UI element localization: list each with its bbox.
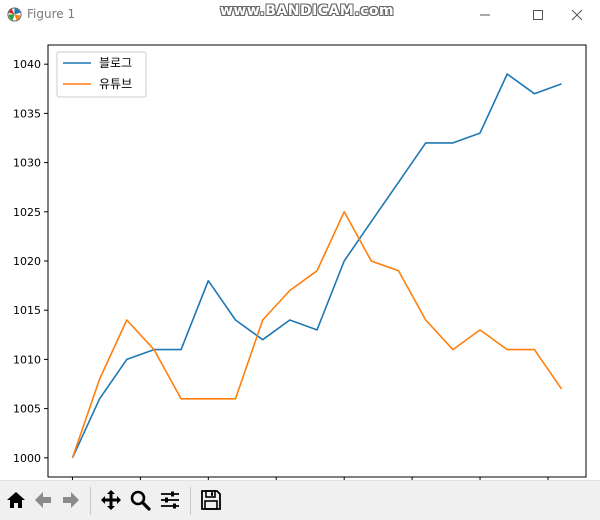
- legend-label-blog: 블로그: [99, 56, 132, 70]
- y-tick-label: 1035: [13, 107, 41, 120]
- toolbar-separator: [190, 487, 191, 515]
- line-chart: 0.02.55.07.510.012.515.017.5100010051010…: [0, 30, 600, 480]
- legend-label-youtube: 유튜브: [99, 77, 132, 91]
- minimize-icon: [479, 9, 491, 21]
- home-button[interactable]: [3, 487, 29, 513]
- y-tick-label: 1005: [13, 403, 41, 416]
- y-tick-label: 1010: [13, 353, 41, 366]
- axes-frame: [48, 45, 586, 477]
- legend: 블로그 유튜브: [57, 52, 146, 97]
- configure-subplots-button[interactable]: [157, 487, 183, 513]
- toolbar-separator: [90, 487, 91, 515]
- maximize-icon: [532, 9, 544, 21]
- save-button[interactable]: [198, 487, 224, 513]
- forward-arrow-icon: [60, 489, 82, 511]
- title-bar: Figure 1 www.BANDICAM.com: [0, 0, 600, 30]
- y-tick-label: 1000: [13, 452, 41, 465]
- minimize-button[interactable]: [462, 0, 508, 30]
- y-tick-label: 1030: [13, 157, 41, 170]
- series-line-youtube: [73, 212, 562, 458]
- figure-canvas[interactable]: 0.02.55.07.510.012.515.017.5100010051010…: [0, 30, 600, 480]
- y-tick-label: 1020: [13, 255, 41, 268]
- save-icon: [200, 489, 222, 511]
- series-line-blog: [73, 74, 562, 458]
- subplots-configure-icon: [159, 489, 181, 511]
- y-tick-label: 1015: [13, 304, 41, 317]
- pan-icon: [100, 489, 122, 511]
- close-button[interactable]: [554, 0, 600, 30]
- y-tick-label: 1025: [13, 206, 41, 219]
- zoom-icon: [129, 489, 151, 511]
- back-arrow-icon: [32, 489, 54, 511]
- close-icon: [571, 9, 583, 21]
- y-tick-label: 1040: [13, 58, 41, 71]
- forward-button[interactable]: [58, 487, 84, 513]
- zoom-button[interactable]: [127, 487, 153, 513]
- matplotlib-icon: [7, 7, 22, 22]
- window-title: Figure 1: [27, 7, 75, 21]
- back-button[interactable]: [30, 487, 56, 513]
- navigation-toolbar: [0, 480, 600, 520]
- watermark: www.BANDICAM.com: [220, 3, 394, 19]
- home-icon: [5, 489, 27, 511]
- pan-button[interactable]: [98, 487, 124, 513]
